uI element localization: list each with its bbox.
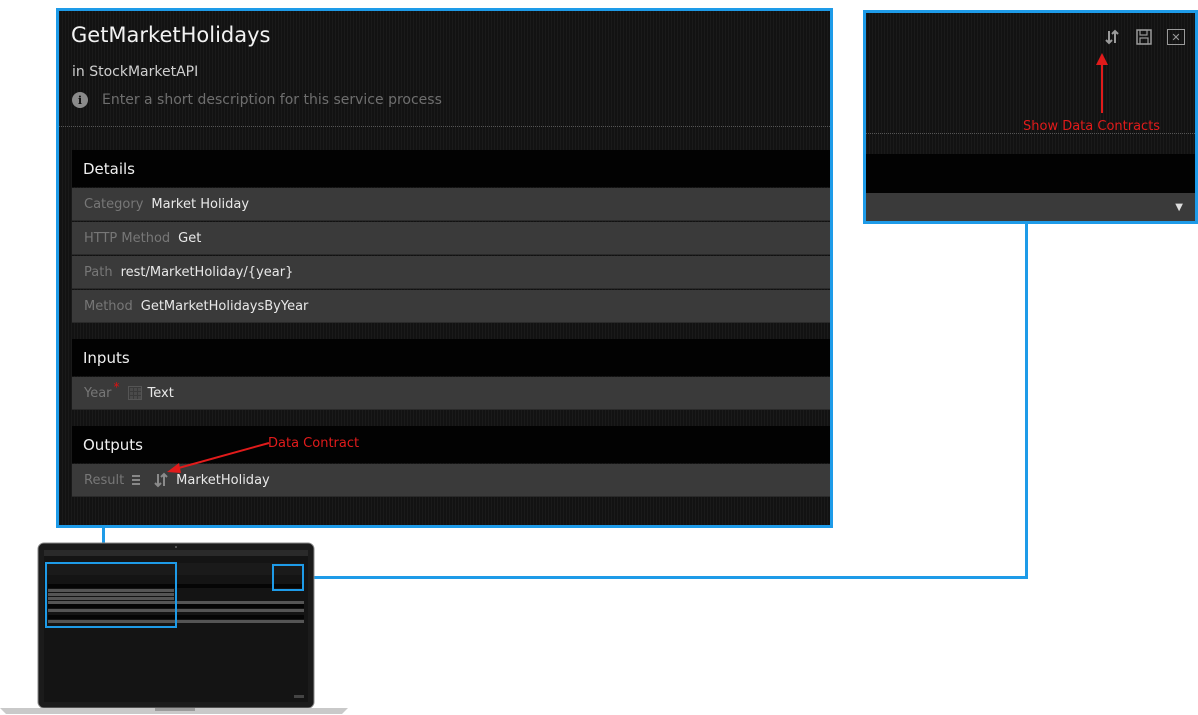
row-label: Path xyxy=(84,264,113,280)
details-row-http-method[interactable]: HTTP Method Get xyxy=(72,222,830,255)
details-header: Details xyxy=(72,150,830,187)
show-data-contracts-button[interactable] xyxy=(1101,26,1123,48)
page-subtitle: in StockMarketAPI xyxy=(72,64,199,80)
row-label: HTTP Method xyxy=(84,230,171,246)
description-placeholder: Enter a short description for this servi… xyxy=(102,92,442,108)
details-row-category[interactable]: Category Market Holiday xyxy=(72,188,830,221)
row-label: Method xyxy=(84,298,133,314)
required-mark: * xyxy=(113,380,120,394)
details-row-method[interactable]: Method GetMarketHolidaysByYear xyxy=(72,290,830,323)
row-value: rest/MarketHoliday/{year} xyxy=(120,264,294,280)
page-title: GetMarketHolidays xyxy=(71,23,271,47)
annotation-arrow xyxy=(167,442,270,473)
row-value: GetMarketHolidaysByYear xyxy=(140,298,309,314)
annotation-arrow xyxy=(1096,53,1108,113)
show-data-contracts-annotation: Show Data Contracts xyxy=(1023,119,1161,134)
inputs-header: Inputs xyxy=(72,339,830,376)
row-value: Get xyxy=(178,230,202,246)
connector-line xyxy=(1025,221,1028,579)
save-button[interactable] xyxy=(1133,26,1155,48)
info-icon: i xyxy=(72,92,88,108)
save-icon xyxy=(1136,29,1152,45)
service-process-panel: GetMarketHolidays in StockMarketAPI i En… xyxy=(56,8,833,528)
laptop-thumbnail xyxy=(0,542,348,714)
toolbar-zoom-panel: ✕ Show Data Contracts ▼ xyxy=(863,10,1198,224)
description-field[interactable]: i Enter a short description for this ser… xyxy=(72,92,442,108)
input-row-year[interactable]: Year * Text xyxy=(72,377,830,410)
row-value: Market Holiday xyxy=(151,196,250,212)
divider xyxy=(866,133,1195,134)
close-icon: ✕ xyxy=(1167,29,1185,45)
data-contract-icon xyxy=(1105,29,1119,45)
divider xyxy=(59,126,830,127)
row-label: Category xyxy=(84,196,144,212)
chevron-down-icon: ▼ xyxy=(1175,202,1183,213)
list-icon xyxy=(132,475,141,485)
text-type-icon xyxy=(127,386,142,400)
section-header-bar xyxy=(866,154,1195,193)
close-button[interactable]: ✕ xyxy=(1165,26,1187,48)
details-row-path[interactable]: Path rest/MarketHoliday/{year} xyxy=(72,256,830,289)
data-contract-annotation: Data Contract xyxy=(268,436,360,451)
dropdown-row[interactable]: ▼ xyxy=(866,193,1195,221)
connector-line xyxy=(303,576,1028,579)
input-type: Text xyxy=(147,385,174,401)
output-label: Result xyxy=(84,472,125,488)
input-label: Year xyxy=(84,385,112,401)
